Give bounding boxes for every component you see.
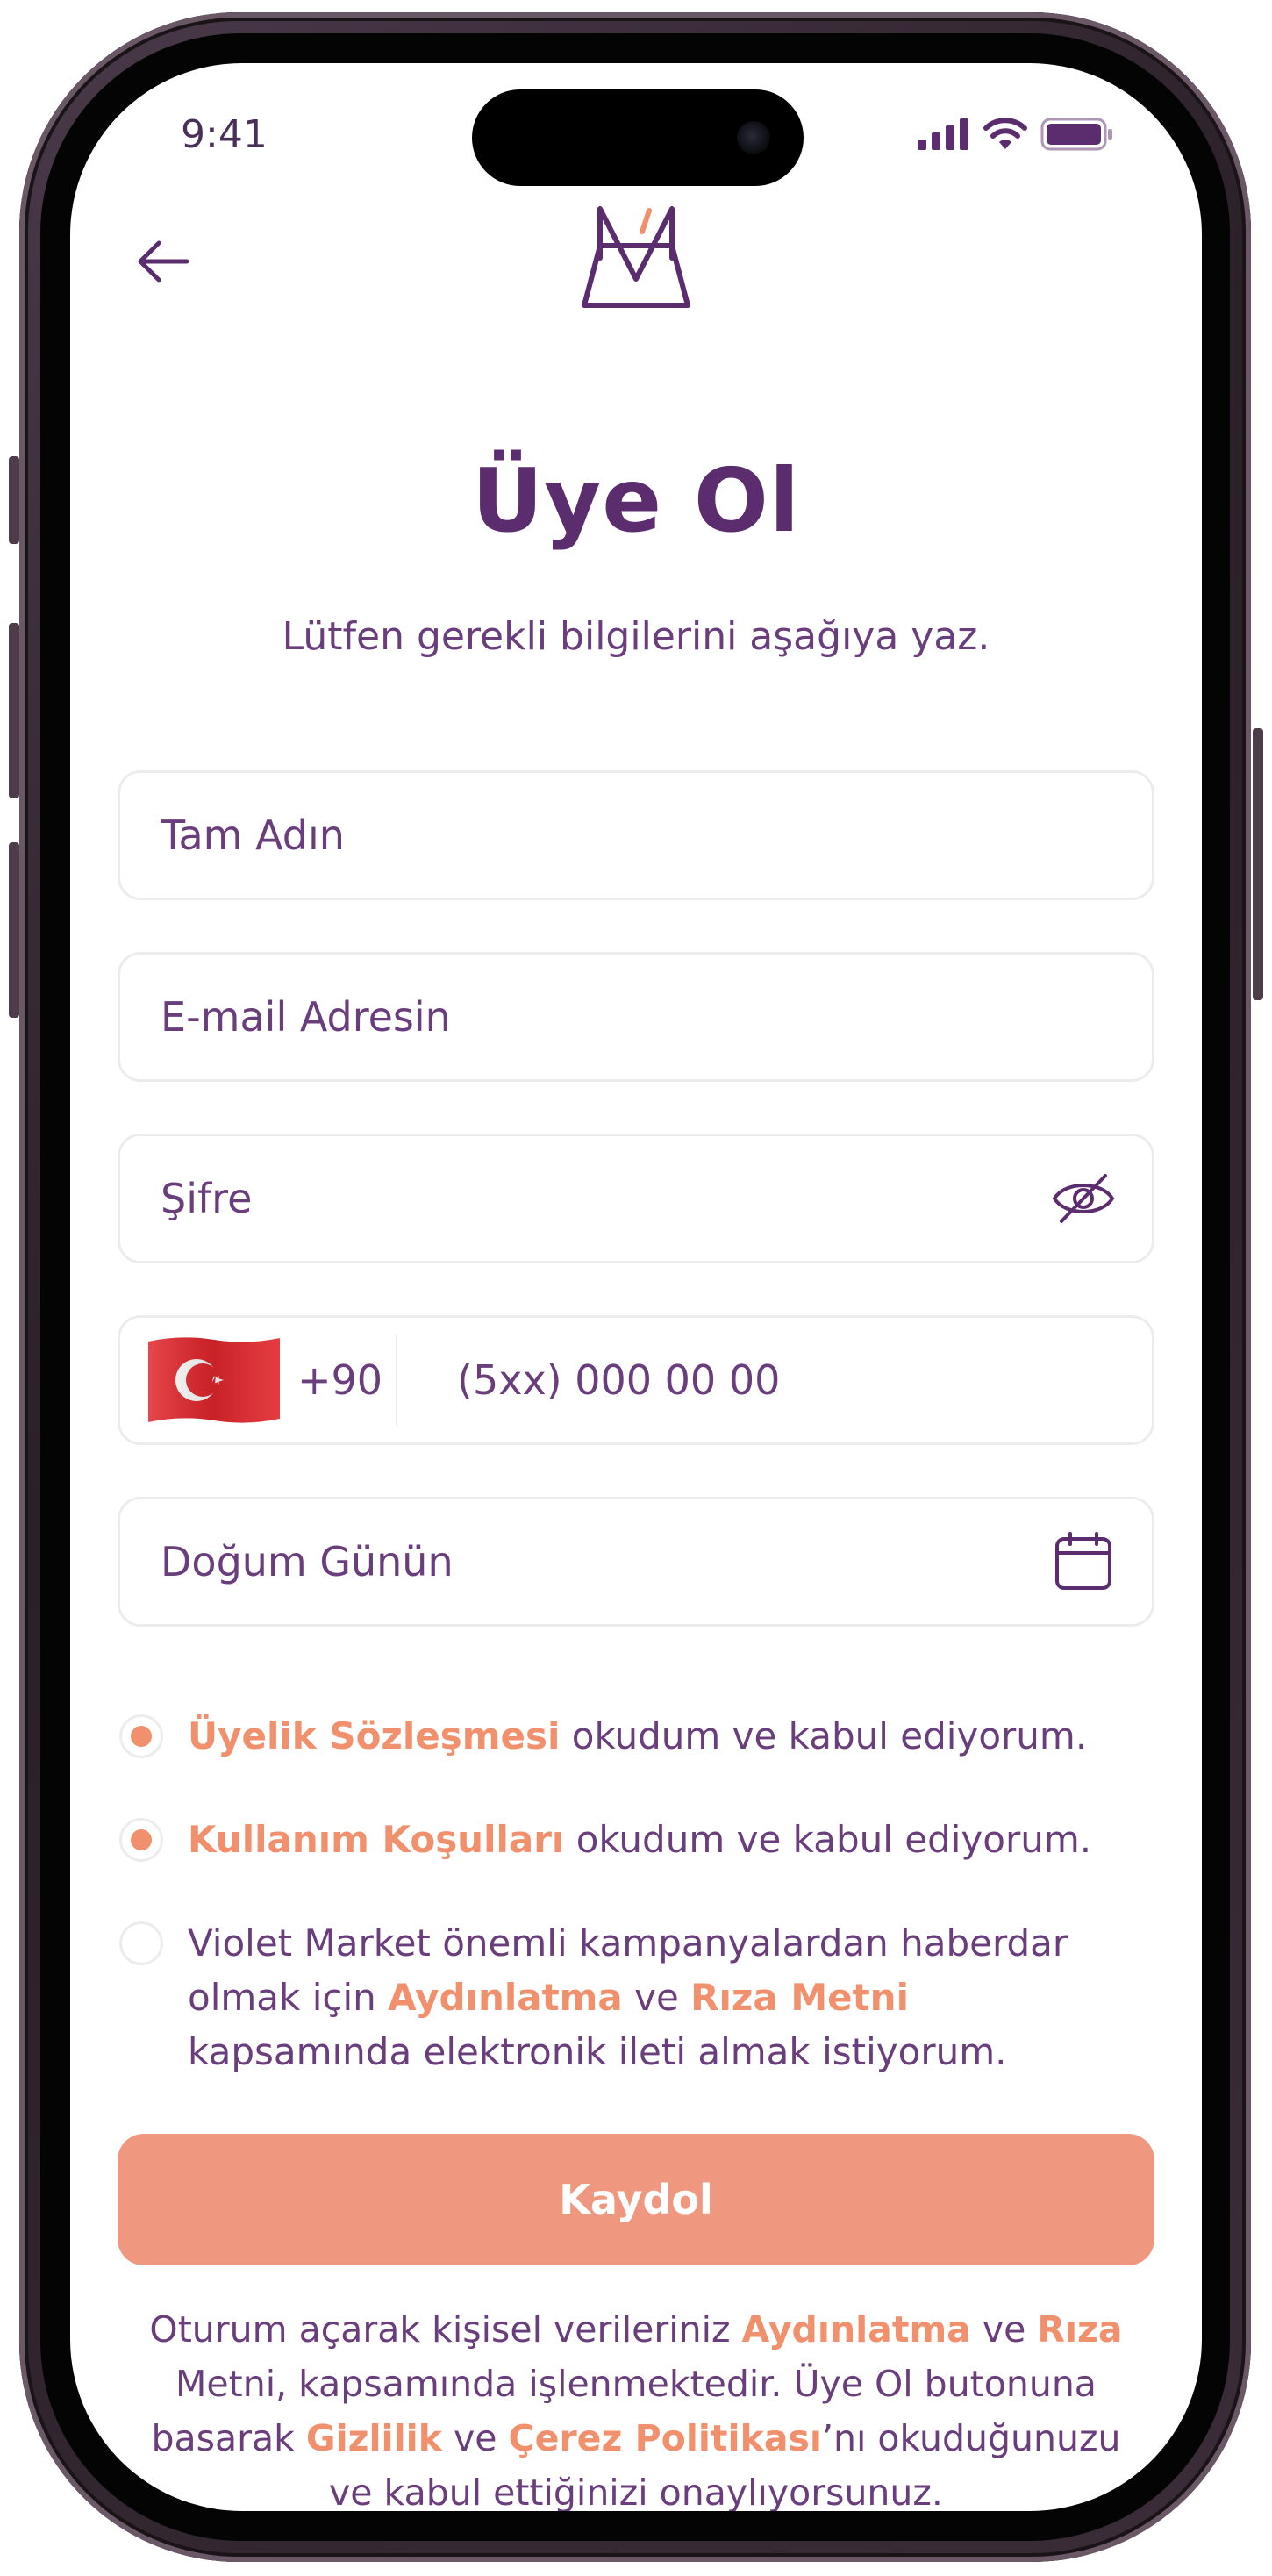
footer-cookie-policy-link[interactable]: Çerez Politikası bbox=[509, 2417, 822, 2459]
consent-text: kapsamında elektronik ileti almak istiyo… bbox=[188, 2030, 1007, 2073]
toggle-password-visibility-button[interactable] bbox=[1050, 1165, 1117, 1232]
page-subtitle: Lütfen gerekli bilgilerini aşağıya yaz. bbox=[282, 614, 990, 659]
consent-terms-of-use: Kullanım Koşulları okudum ve kabul ediyo… bbox=[119, 1813, 1154, 1867]
volume-down-button bbox=[9, 842, 19, 1018]
consent-text: okudum ve kabul ediyorum. bbox=[564, 1818, 1092, 1861]
footer-privacy-link[interactable]: Gizlilik bbox=[306, 2417, 442, 2459]
birthday-field[interactable] bbox=[118, 1497, 1154, 1627]
email-input[interactable] bbox=[120, 954, 1152, 1080]
consent-membership-agreement: Üyelik Sözleşmesi okudum ve kabul ediyor… bbox=[119, 1709, 1154, 1764]
screen: 9:41 Üye Ol Lütfen gerekli bilgilerini a… bbox=[70, 63, 1202, 2511]
status-time: 9:41 bbox=[181, 112, 268, 157]
membership-agreement-link[interactable]: Üyelik Sözleşmesi bbox=[188, 1714, 560, 1757]
dynamic-island bbox=[472, 89, 804, 186]
back-button[interactable] bbox=[119, 226, 207, 297]
phone-input[interactable] bbox=[397, 1317, 1152, 1443]
violet-bag-logo bbox=[582, 206, 690, 308]
calendar-icon bbox=[1055, 1532, 1111, 1590]
footer-text: ve bbox=[970, 2308, 1038, 2351]
full-name-input[interactable] bbox=[120, 772, 1152, 898]
footer-riza-link[interactable]: Rıza bbox=[1037, 2308, 1122, 2351]
aydinlatma-link[interactable]: Aydınlatma bbox=[388, 1976, 623, 2019]
consent-text: okudum ve kabul ediyorum. bbox=[560, 1714, 1088, 1757]
camera-icon bbox=[737, 121, 770, 154]
eye-off-icon bbox=[1052, 1174, 1115, 1223]
page-title: Üye Ol bbox=[471, 449, 801, 552]
signal-icon bbox=[918, 118, 968, 150]
consent-membership-text: Üyelik Sözleşmesi okudum ve kabul ediyor… bbox=[188, 1709, 1087, 1764]
footer-legal-note: Oturum açarak kişisel verileriniz Aydınl… bbox=[132, 2302, 1140, 2511]
full-name-field[interactable] bbox=[118, 770, 1154, 900]
footer-text: Oturum açarak kişisel verileriniz bbox=[149, 2308, 742, 2351]
power-button bbox=[1253, 728, 1263, 1000]
footer-aydinlatma-link[interactable]: Aydınlatma bbox=[742, 2308, 971, 2351]
consent-marketing: Violet Market önemli kampanyalardan habe… bbox=[119, 1916, 1154, 2079]
turkey-flag-icon bbox=[148, 1337, 280, 1423]
silent-switch bbox=[9, 456, 19, 544]
wifi-icon bbox=[983, 118, 1027, 149]
consent-terms-text: Kullanım Koşulları okudum ve kabul ediyo… bbox=[188, 1813, 1091, 1867]
arrow-left-icon bbox=[138, 240, 189, 283]
calendar-button[interactable] bbox=[1050, 1528, 1117, 1595]
register-button[interactable]: Kaydol bbox=[118, 2134, 1154, 2265]
consent-terms-radio[interactable] bbox=[119, 1818, 163, 1862]
phone-field[interactable]: +90 bbox=[118, 1315, 1154, 1445]
country-code[interactable]: +90 bbox=[297, 1356, 382, 1404]
birthday-input[interactable] bbox=[120, 1499, 1152, 1625]
consent-marketing-text: Violet Market önemli kampanyalardan habe… bbox=[188, 1916, 1135, 2079]
radio-checked-dot bbox=[131, 1726, 152, 1747]
footer-text: ve bbox=[441, 2417, 509, 2459]
battery-icon bbox=[1040, 118, 1112, 151]
email-field[interactable] bbox=[118, 952, 1154, 1082]
consent-marketing-radio[interactable] bbox=[119, 1921, 163, 1965]
radio-checked-dot bbox=[131, 1829, 152, 1850]
password-field[interactable] bbox=[118, 1134, 1154, 1263]
volume-up-button bbox=[9, 623, 19, 798]
riza-metni-link[interactable]: Rıza Metni bbox=[690, 1976, 909, 2019]
password-input[interactable] bbox=[120, 1135, 1152, 1262]
consent-membership-radio[interactable] bbox=[119, 1714, 163, 1758]
consent-text: ve bbox=[622, 1976, 691, 2019]
status-icons bbox=[918, 118, 1114, 151]
terms-of-use-link[interactable]: Kullanım Koşulları bbox=[188, 1818, 564, 1861]
